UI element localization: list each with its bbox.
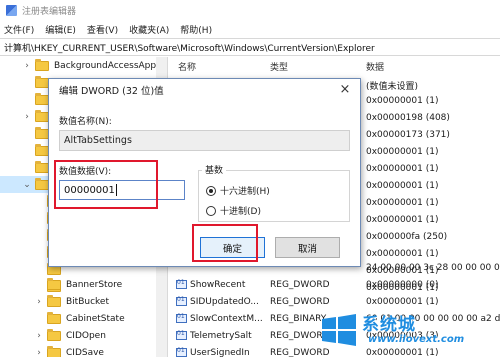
reg-dword-icon	[176, 279, 187, 289]
value-data-input[interactable]: 00000001	[59, 180, 185, 200]
row-name: SIDUpdatedO...	[190, 297, 259, 307]
tree-item[interactable]: › BackgroundAccessAppli	[0, 57, 167, 74]
tree-item[interactable]: CabinetState	[0, 310, 167, 327]
dialog-title: 编辑 DWORD (32 位)值	[59, 86, 164, 97]
row-name: SlowContextM...	[190, 314, 263, 324]
list-row[interactable]: ShowRecent REG_DWORD 0x00000000 (0)	[170, 276, 500, 293]
row-type: REG_DWORD	[270, 280, 330, 290]
hex-label: 十六进制(H)	[220, 187, 270, 197]
chevron-right-icon[interactable]: ›	[34, 331, 44, 341]
tree-item[interactable]: › CIDOpen	[0, 327, 167, 344]
folder-icon	[35, 109, 49, 122]
radio-unselected-icon[interactable]	[206, 205, 216, 216]
column-name-header[interactable]: 名称	[178, 60, 196, 73]
folder-icon	[47, 345, 61, 357]
dec-label: 十进制(D)	[220, 207, 261, 217]
row-data: 0x00000001 (1)	[366, 249, 439, 259]
edit-dword-dialog: 编辑 DWORD (32 位)值 × 数值名称(N): AltTabSettin…	[48, 78, 361, 267]
folder-icon	[47, 277, 61, 290]
regedit-app-icon	[6, 4, 17, 16]
row-data: 0x00000000 (0)	[366, 280, 439, 290]
radio-selected-icon[interactable]	[206, 185, 216, 196]
tree-item-label: BackgroundAccessAppli	[54, 60, 162, 71]
folder-icon	[35, 143, 49, 156]
window-titlebar: 注册表编辑器	[0, 0, 500, 20]
reg-dword-icon	[176, 330, 187, 340]
reg-dword-icon	[176, 296, 187, 306]
row-data: 0x00000001 (1)	[366, 215, 439, 225]
folder-icon	[35, 126, 49, 139]
base-group-title: 基数	[202, 163, 227, 176]
menu-bar: 文件(F) 编辑(E) 查看(V) 收藏夹(A) 帮助(H)	[0, 20, 500, 38]
address-bar[interactable]: 计算机\HKEY_CURRENT_USER\Software\Microsoft…	[0, 38, 500, 56]
column-type-header[interactable]: 类型	[270, 60, 288, 73]
row-data: (数值未设置)	[366, 82, 419, 92]
row-name: ShowRecent	[190, 280, 246, 290]
row-data: 0x00000001 (1)	[366, 147, 439, 157]
ok-button[interactable]: 确定	[200, 237, 265, 258]
chevron-right-icon[interactable]: ›	[34, 348, 44, 357]
row-type: REG_DWORD	[270, 297, 330, 307]
text-caret	[115, 184, 117, 196]
row-data: 0x00000001 (1)	[366, 96, 439, 106]
menu-favorites[interactable]: 收藏夹(A)	[129, 23, 169, 36]
folder-icon	[47, 294, 61, 307]
tree-item[interactable]: BannerStore	[0, 276, 167, 293]
tree-item-label: BitBucket	[66, 296, 109, 307]
windows-logo-icon	[322, 314, 356, 346]
tree-item-label: BannerStore	[66, 279, 123, 290]
close-icon[interactable]: ×	[338, 83, 352, 97]
menu-help[interactable]: 帮助(H)	[180, 23, 212, 36]
row-name: UserSignedIn	[190, 348, 250, 357]
folder-icon	[35, 92, 49, 105]
folder-icon	[35, 58, 49, 71]
row-data: 0x00000001 (1)	[366, 164, 439, 174]
cancel-button[interactable]: 取消	[275, 237, 340, 258]
folder-icon	[47, 328, 61, 341]
site-watermark: 系统城 www.ilovext.com	[318, 307, 500, 357]
menu-file[interactable]: 文件(F)	[4, 23, 34, 36]
row-data: 0x000000fa (250)	[366, 232, 448, 242]
watermark-text: 系统城	[362, 315, 416, 335]
radio-hexadecimal[interactable]: 十六进制(H)	[206, 184, 270, 197]
menu-edit[interactable]: 编辑(E)	[45, 23, 76, 36]
radio-decimal[interactable]: 十进制(D)	[206, 204, 261, 217]
chevron-down-icon[interactable]: ⌄	[22, 180, 32, 190]
tree-item-label: CIDSave	[66, 347, 104, 357]
tree-item[interactable]: › CIDSave	[0, 344, 167, 357]
value-data-text: 00000001	[64, 184, 115, 196]
address-path: 计算机\HKEY_CURRENT_USER\Software\Microsoft…	[4, 43, 375, 54]
chevron-right-icon[interactable]: ›	[34, 297, 44, 307]
window-title: 注册表编辑器	[22, 6, 77, 17]
folder-icon	[35, 160, 49, 173]
value-name-field[interactable]: AltTabSettings	[59, 130, 350, 151]
row-data: 0x00000173 (371)	[366, 130, 450, 140]
folder-icon	[35, 177, 49, 190]
value-name-label: 数值名称(N):	[59, 117, 112, 127]
reg-binary-icon	[176, 313, 187, 323]
list-header: 名称 类型 数据	[170, 57, 500, 75]
row-data: 0x00000001 (1)	[366, 181, 439, 191]
menu-view[interactable]: 查看(V)	[87, 23, 118, 36]
folder-icon	[35, 75, 49, 88]
chevron-right-icon[interactable]: ›	[22, 61, 32, 71]
tree-item-label: CabinetState	[66, 313, 125, 324]
value-data-label: 数值数据(V):	[59, 167, 112, 177]
watermark-url: www.ilovext.com	[368, 334, 465, 345]
tree-item[interactable]: › BitBucket	[0, 293, 167, 310]
value-name-text: AltTabSettings	[64, 135, 132, 146]
row-name: TelemetrySalt	[190, 331, 252, 341]
chevron-right-icon[interactable]: ›	[22, 112, 32, 122]
tree-item-label: CIDOpen	[66, 330, 106, 341]
reg-dword-icon	[176, 347, 187, 357]
folder-icon	[47, 311, 61, 324]
row-data: 0x00000001 (1)	[366, 297, 439, 307]
row-data: 0x00000198 (408)	[366, 113, 450, 123]
column-data-header[interactable]: 数据	[366, 60, 384, 73]
row-data: 24 00 00 00 3c 28 00 00 00 00 00	[366, 263, 500, 273]
row-data: 0x00000001 (1)	[366, 198, 439, 208]
